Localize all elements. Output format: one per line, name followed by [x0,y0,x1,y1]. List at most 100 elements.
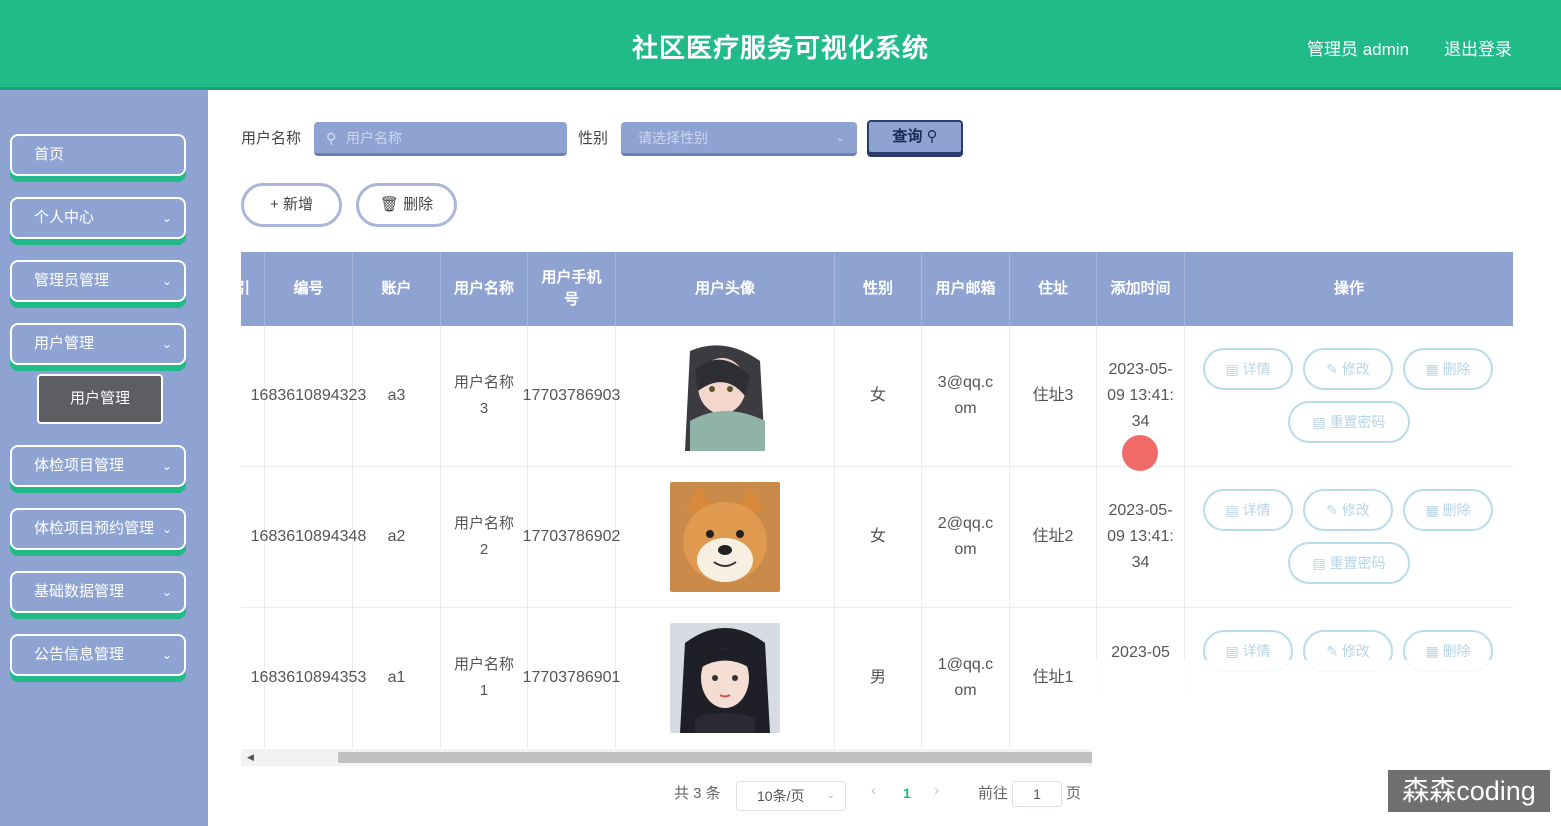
column-header-actions: 操作 [1333,280,1364,297]
next-page-icon[interactable]: › [934,782,939,799]
sidebar-item-base-data[interactable]: 基础数据管理 ⌄ [10,571,186,613]
reset-password-button[interactable]: ▤ 重置密码 [1288,542,1410,584]
edit-button[interactable]: ✎ 修改 [1303,348,1393,390]
detail-button[interactable]: ▤ 详情 [1203,489,1293,531]
gender-select-placeholder: 请选择性别 [638,130,708,146]
pencil-icon: ✎ [1326,361,1338,377]
edit-button[interactable]: ✎ 修改 [1303,489,1393,531]
email-cell: 3@qq.com [922,326,1010,466]
edit-button-label: 修改 [1341,502,1370,518]
sidebar-item-label: 基础数据管理 [34,583,125,600]
trash-icon: ▦ [1425,643,1439,659]
avatar[interactable] [670,482,780,592]
trash-icon: 🗑 [379,196,399,213]
avatar-cell [616,608,835,748]
sidebar-item-label: 体检项目预约管理 [34,520,155,537]
table-row: 1683610894348 a2 用户名称2 17703786902 女 2@q… [241,467,1513,608]
document-icon: ▤ [1225,643,1239,659]
added-time-cell: 2023-05-09 13:41:34 [1097,467,1185,607]
username-cell: 用户名称1 [441,608,528,748]
account-cell: a1 [353,608,441,748]
goto-page-input[interactable]: 1 [1012,781,1062,807]
trash-icon: ▦ [1425,361,1439,377]
column-header-phone: 用户手机号 [528,252,616,326]
username-cell: 用户名称2 [441,467,528,607]
username-cell: 用户名称3 [441,326,528,466]
pagination-total: 共 3 条 [674,785,721,802]
girl-photo-avatar-icon [670,623,780,733]
chevron-down-icon: ⌄ [161,648,172,662]
gender-select[interactable]: 请选择性别 ⌄ [621,122,857,156]
address-cell: 住址1 [1010,608,1097,748]
name-search-input[interactable]: ⚲ 用户名称 [314,122,567,156]
address-cell: 住址2 [1010,467,1097,607]
sidebar-item-announcements[interactable]: 公告信息管理 ⌄ [10,634,186,676]
table-row: 1683610894323 a3 用户名称3 17703786903 女 3@q… [241,326,1513,467]
sidebar-item-home[interactable]: 首页 [10,134,186,176]
document-icon: ▤ [1225,502,1239,518]
sidebar-item-checkup-booking[interactable]: 体检项目预约管理 ⌄ [10,508,186,550]
name-filter-label: 用户名称 [241,130,302,147]
sidebar-item-checkup-items[interactable]: 体检项目管理 ⌄ [10,445,186,487]
avatar[interactable] [670,623,780,733]
scroll-left-arrow-icon[interactable]: ◀ [247,749,254,766]
chevron-down-icon: ⌄ [161,337,172,351]
email-cell: 2@qq.com [922,467,1010,607]
sidebar-item-user-management[interactable]: 用户管理 ⌄ [10,323,186,365]
chevron-down-icon: ⌄ [161,211,172,225]
search-icon: ⚲ [926,128,938,145]
chevron-down-icon: ⌄ [161,522,172,536]
delete-button-label: 删除 [403,196,434,213]
add-button-label: 新增 [282,196,313,213]
pencil-icon: ✎ [1326,502,1338,518]
avatar[interactable] [670,341,780,451]
sidebar-item-label: 用户管理 [34,335,95,352]
anime-girl-avatar-icon [670,341,780,451]
detail-button-label: 详情 [1242,361,1271,377]
shiba-dog-avatar-icon [670,482,780,592]
delete-button[interactable]: ▦ 删除 [1403,348,1493,390]
detail-button-label: 详情 [1242,502,1271,518]
actions-cell: ▤ 详情 ✎ 修改 ▦ 删除 ▤ 重置密码 [1185,467,1513,607]
page-size-select[interactable]: 10条/页 ⌄ [736,781,846,811]
id-cell: 1683610894323 [251,326,366,466]
address-cell: 住址3 [1010,326,1097,466]
actions-cell: ▤ 详情 ✎ 修改 ▦ 删除 ▤ 重置密码 [1185,326,1513,466]
gender-cell: 女 [835,467,922,607]
sidebar-item-label: 个人中心 [34,209,95,226]
trash-icon: ▦ [1425,502,1439,518]
chevron-down-icon: ⌄ [161,274,172,288]
delete-button[interactable]: ▦ 删除 [1403,489,1493,531]
add-button[interactable]: + 新增 [241,183,342,227]
logout-link[interactable]: 退出登录 [1444,35,1512,60]
column-header-gender: 性别 [835,252,922,326]
page-number-current[interactable]: 1 [903,785,911,801]
column-header-account: 账户 [353,252,441,326]
plus-icon: + [270,196,279,213]
delete-button-label: 删除 [1442,502,1471,518]
avatar-cell [616,326,835,466]
sidebar-item-admin-management[interactable]: 管理员管理 ⌄ [10,260,186,302]
column-header-address: 住址 [1010,252,1097,326]
submenu-user-management[interactable]: 用户管理 [37,374,163,424]
gender-cell: 男 [835,608,922,748]
query-button[interactable]: 查询 ⚲ [867,120,963,154]
page-suffix: 页 [1066,785,1082,802]
chevron-down-icon: ⌄ [161,585,172,599]
sidebar-item-profile[interactable]: 个人中心 ⌄ [10,197,186,239]
gender-filter-label: 性别 [578,130,609,147]
sidebar-item-label: 公告信息管理 [34,646,125,663]
reset-password-button[interactable]: ▤ 重置密码 [1288,401,1410,443]
column-header-username: 用户名称 [441,252,528,326]
batch-delete-button[interactable]: 🗑 删除 [356,183,457,227]
detail-button[interactable]: ▤ 详情 [1203,348,1293,390]
sidebar-item-label: 管理员管理 [34,272,110,289]
page-size-value: 10条/页 [757,788,805,804]
delete-button-label: 删除 [1442,643,1471,659]
search-icon: ⚲ [326,130,337,146]
sidebar-item-label: 首页 [34,146,65,163]
prev-page-icon[interactable]: ‹ [871,782,876,799]
column-header-index: 引 [241,252,265,326]
chevron-down-icon: ⌄ [826,790,835,801]
watermark: 森森coding [1388,770,1550,812]
